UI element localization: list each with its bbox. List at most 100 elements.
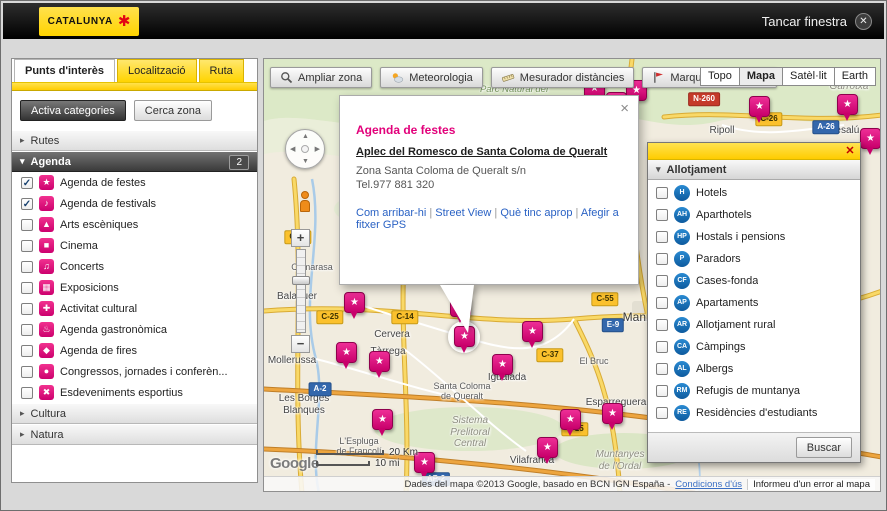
com-arribar-hi-link[interactable]: Com arribar-hi: [356, 207, 426, 219]
lodging-checkbox[interactable]: [656, 253, 668, 265]
lodging-row[interactable]: AHAparthotels: [648, 204, 860, 226]
category-checkbox[interactable]: [21, 261, 33, 273]
map-marker[interactable]: ★: [860, 128, 881, 149]
info-window-close-icon[interactable]: ×: [620, 101, 629, 116]
lodging-row[interactable]: APApartaments: [648, 292, 860, 314]
category-checkbox[interactable]: [21, 345, 33, 357]
lodging-row[interactable]: PParadors: [648, 248, 860, 270]
lodging-checkbox[interactable]: [656, 209, 668, 221]
category-row[interactable]: ♨Agenda gastronòmica: [12, 319, 257, 340]
lodging-checkbox[interactable]: [656, 385, 668, 397]
tab-localitzacio[interactable]: Localització: [117, 59, 196, 82]
map-marker[interactable]: ★: [837, 94, 858, 115]
lodging-row[interactable]: CFCases-fonda: [648, 270, 860, 292]
category-row[interactable]: ◆Agenda de fires: [12, 340, 257, 361]
map-marker[interactable]: ★: [492, 354, 513, 375]
accordion-cultura[interactable]: ▸ Cultura: [12, 403, 257, 424]
map-panel[interactable]: Parc Natural del Cadí...GarrotxaRipollBe…: [263, 58, 881, 492]
map-marker[interactable]: ★: [336, 342, 357, 363]
pan-up-icon[interactable]: ▲: [302, 133, 309, 140]
que-tinc-aprop-link[interactable]: Què tinc aprop: [500, 207, 572, 219]
lodging-row[interactable]: CACàmpings: [648, 336, 860, 358]
map-marker[interactable]: ★: [749, 96, 770, 117]
zoom-out-button[interactable]: −: [291, 335, 310, 353]
street-view-link[interactable]: Street View: [435, 207, 491, 219]
lodging-checkbox[interactable]: [656, 407, 668, 419]
category-checkbox[interactable]: ✓: [21, 198, 33, 210]
ampliar-zona-button[interactable]: Ampliar zona: [270, 67, 372, 88]
accordion-natura[interactable]: ▸ Natura: [12, 424, 257, 445]
pan-right-icon[interactable]: ▶: [315, 146, 320, 153]
pan-center-icon[interactable]: [301, 145, 309, 153]
category-row[interactable]: ■Cinema: [12, 235, 257, 256]
close-window-label[interactable]: Tancar finestra: [762, 14, 847, 29]
map-marker[interactable]: ★: [602, 403, 623, 424]
pan-down-icon[interactable]: ▼: [302, 158, 309, 165]
info-title-link[interactable]: Aplec del Romesco de Santa Coloma de Que…: [356, 146, 624, 158]
zoom-slider[interactable]: [296, 249, 306, 333]
lodging-checkbox[interactable]: [656, 363, 668, 375]
category-checkbox[interactable]: [21, 240, 33, 252]
accordion-agenda[interactable]: ▾ Agenda 2: [12, 151, 257, 172]
lodging-row[interactable]: ARAllotjament rural: [648, 314, 860, 336]
lodging-panel: ✕ ▾ Allotjament HHotelsAHAparthotelsHPHo…: [647, 142, 861, 463]
lodging-row[interactable]: HHotels: [648, 182, 860, 204]
terms-link[interactable]: Condicions d'ús: [675, 479, 742, 490]
tab-ruta[interactable]: Ruta: [199, 59, 244, 82]
lodging-checkbox[interactable]: [656, 297, 668, 309]
map-marker[interactable]: ★: [560, 409, 581, 430]
mesurador-distancies-button[interactable]: Mesurador distàncies: [491, 67, 635, 88]
category-row[interactable]: ✓♪Agenda de festivals: [12, 193, 257, 214]
close-icon[interactable]: ✕: [855, 13, 872, 30]
category-checkbox[interactable]: [21, 366, 33, 378]
buscar-button[interactable]: Buscar: [796, 437, 852, 458]
pan-control[interactable]: ▲ ▼ ◀ ▶: [285, 129, 325, 169]
zoom-slider-handle[interactable]: [292, 276, 310, 285]
category-checkbox[interactable]: [21, 387, 33, 399]
pan-left-icon[interactable]: ◀: [290, 146, 295, 153]
map-marker[interactable]: ★: [372, 409, 393, 430]
map-marker[interactable]: ★: [344, 292, 365, 313]
category-checkbox[interactable]: [21, 324, 33, 336]
category-row[interactable]: ▦Exposicions: [12, 277, 257, 298]
category-checkbox[interactable]: [21, 282, 33, 294]
category-row[interactable]: ✖Esdeveniments esportius: [12, 382, 257, 403]
cerca-zona-button[interactable]: Cerca zona: [134, 100, 212, 121]
meteorologia-button[interactable]: Meteorologia: [380, 67, 483, 88]
lodging-accordion-header[interactable]: ▾ Allotjament: [648, 160, 860, 180]
map-marker[interactable]: ★: [522, 321, 543, 342]
category-checkbox[interactable]: ✓: [21, 177, 33, 189]
accordion-rutes[interactable]: ▸ Rutes: [12, 130, 257, 151]
lodging-row[interactable]: HPHostals i pensions: [648, 226, 860, 248]
lodging-row[interactable]: RMRefugis de muntanya: [648, 380, 860, 402]
map-marker[interactable]: ★: [537, 437, 558, 458]
close-window-button[interactable]: Tancar finestra ✕: [762, 3, 872, 39]
category-checkbox[interactable]: [21, 303, 33, 315]
maptype-satel-lit-button[interactable]: Satèl·lit: [782, 67, 835, 86]
map-marker[interactable]: ★: [369, 351, 390, 372]
category-row[interactable]: ▲Arts escèniques: [12, 214, 257, 235]
category-checkbox[interactable]: [21, 219, 33, 231]
maptype-topo-button[interactable]: Topo: [700, 67, 740, 86]
lodging-title-bar[interactable]: ✕: [648, 143, 860, 160]
category-row[interactable]: ✚Activitat cultural: [12, 298, 257, 319]
category-row[interactable]: ●Congressos, jornades i conferèn...: [12, 361, 257, 382]
activa-categories-button[interactable]: Activa categories: [20, 100, 126, 121]
maptype-earth-button[interactable]: Earth: [834, 67, 876, 86]
lodging-row[interactable]: ALAlbergs: [648, 358, 860, 380]
pegman-control[interactable]: [298, 191, 312, 215]
report-error-link[interactable]: Informeu d'un error al mapa: [747, 479, 875, 490]
lodging-checkbox[interactable]: [656, 341, 668, 353]
tab-punts-d-interes[interactable]: Punts d'interès: [14, 59, 115, 82]
maptype-mapa-button[interactable]: Mapa: [739, 67, 783, 86]
lodging-checkbox[interactable]: [656, 319, 668, 331]
category-row[interactable]: ♫Concerts: [12, 256, 257, 277]
zoom-in-button[interactable]: +: [291, 229, 310, 247]
concerts-icon: ♫: [39, 259, 54, 274]
lodging-checkbox[interactable]: [656, 231, 668, 243]
lodging-close-icon[interactable]: ✕: [843, 144, 857, 158]
lodging-row[interactable]: REResidències d'estudiants: [648, 402, 860, 424]
category-row[interactable]: ✓★Agenda de festes: [12, 172, 257, 193]
lodging-checkbox[interactable]: [656, 187, 668, 199]
lodging-checkbox[interactable]: [656, 275, 668, 287]
